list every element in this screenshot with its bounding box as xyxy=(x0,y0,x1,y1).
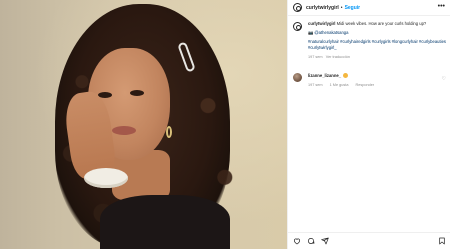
bookmark-icon[interactable] xyxy=(438,237,446,245)
comment-avatar[interactable] xyxy=(293,73,302,82)
comment-body: lizanne_lizanne_ 197 sem 1 Me gusta Resp… xyxy=(308,73,380,88)
comment-time[interactable]: 197 sem xyxy=(308,83,323,87)
caption-time[interactable]: 197 sem xyxy=(308,55,323,59)
caption-body: curlytwirlygirl Midi week vibes. How are… xyxy=(308,21,447,60)
photo-scrunchie xyxy=(84,168,128,188)
comment-likes[interactable]: 1 Me gusta xyxy=(330,83,349,87)
more-icon[interactable]: ••• xyxy=(438,3,445,10)
photo-eye-right xyxy=(130,90,144,96)
caption-text: Midi week vibes. How are your curls hold… xyxy=(335,21,427,26)
translate-link[interactable]: Ver traducción xyxy=(326,55,350,59)
caption-username[interactable]: curlytwirlygirl xyxy=(308,21,335,26)
caption-hashtags[interactable]: #naturalcurlyhair #curlyhairedgirls #cur… xyxy=(308,39,447,51)
camera-emoji: 📷 xyxy=(308,30,314,35)
action-bar xyxy=(288,232,450,249)
comment: lizanne_lizanne_ 197 sem 1 Me gusta Resp… xyxy=(293,73,447,88)
heart-icon[interactable] xyxy=(293,237,301,245)
photo-top xyxy=(100,195,230,249)
caption-mention[interactable]: @athenakatsanga xyxy=(314,30,348,35)
comment-like-icon[interactable]: ♡ xyxy=(442,76,446,82)
comment-icon[interactable] xyxy=(307,237,315,245)
comment-emoji-icon xyxy=(343,73,349,79)
comment-username[interactable]: lizanne_lizanne_ xyxy=(308,73,341,78)
post-photo[interactable] xyxy=(0,0,287,249)
caption-avatar[interactable] xyxy=(293,22,302,31)
comment-meta: 197 sem 1 Me gusta Responder xyxy=(308,82,380,88)
header-username[interactable]: curlytwirlygirl xyxy=(306,5,339,11)
post-sidebar: curlytwirlygirl • Seguir ••• curlytwirly… xyxy=(287,0,450,249)
comment-reply-button[interactable]: Responder xyxy=(356,83,375,87)
photo-earring xyxy=(166,126,172,138)
share-icon[interactable] xyxy=(321,237,329,245)
post-header: curlytwirlygirl • Seguir ••• xyxy=(288,0,450,16)
avatar[interactable] xyxy=(293,3,302,12)
caption-meta: 197 sem Ver traducción xyxy=(308,54,447,60)
follow-button[interactable]: Seguir xyxy=(345,5,361,11)
header-separator: • xyxy=(340,4,343,11)
caption: curlytwirlygirl Midi week vibes. How are… xyxy=(293,21,447,60)
photo-lips xyxy=(112,126,136,135)
